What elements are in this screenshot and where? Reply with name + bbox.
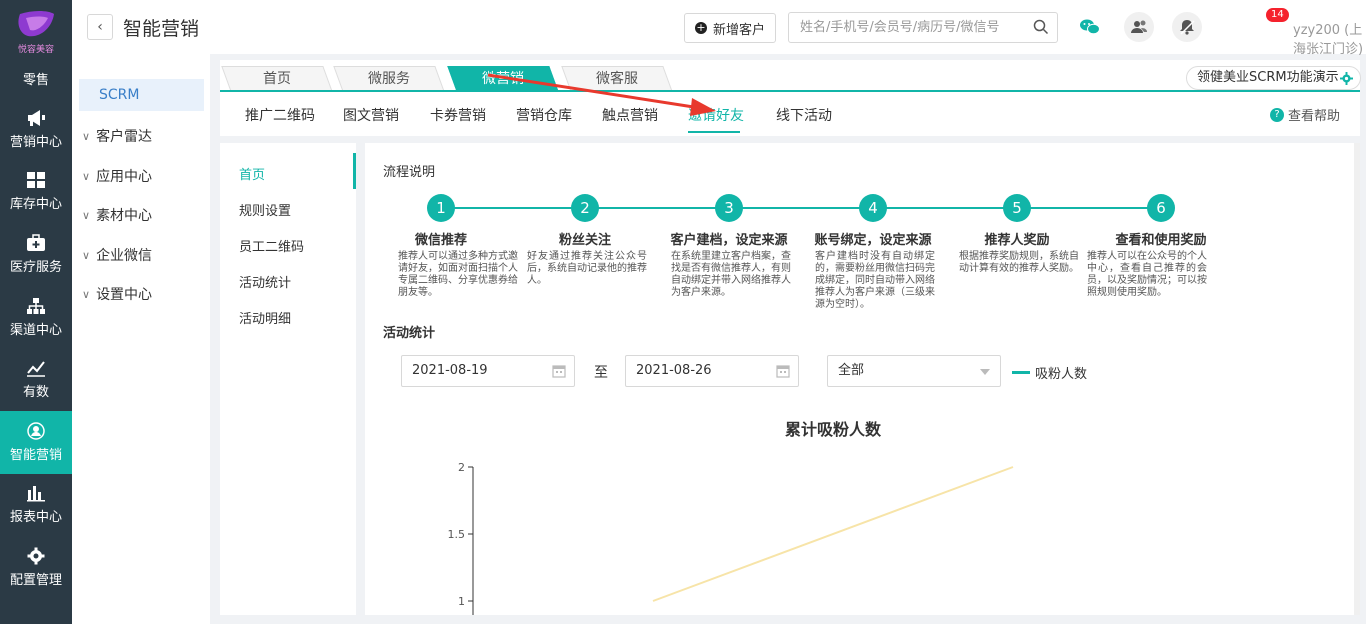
- chart-legend[interactable]: 吸粉人数: [1012, 363, 1087, 382]
- step-6-circle: 6: [1147, 194, 1175, 222]
- step-4-circle: 4: [859, 194, 887, 222]
- start-date-input[interactable]: 2021-08-19: [401, 355, 575, 387]
- chart-plot: 21.51: [448, 461, 1014, 615]
- menu-active-indicator: [353, 153, 356, 189]
- menu-item-activity-stats[interactable]: 活动统计: [239, 272, 291, 291]
- menu-item-rule-settings[interactable]: 规则设置: [239, 200, 291, 219]
- legend-label: 吸粉人数: [1035, 367, 1088, 382]
- menu-item-staff-qrcode[interactable]: 员工二维码: [239, 236, 304, 255]
- legend-swatch: [1012, 371, 1030, 374]
- end-date-value: 2021-08-26: [636, 363, 712, 378]
- stats-section-title: 活动统计: [383, 326, 436, 341]
- dropdown-arrow-icon: [980, 369, 990, 375]
- flow-line: [444, 207, 1164, 209]
- step-5-desc: 根据推荐奖励规则，系统自动计算有效的推荐人奖励。: [959, 251, 1079, 274]
- step-2-title: 粉丝关注: [558, 233, 611, 248]
- step-3-circle: 3: [715, 194, 743, 222]
- y-tick-label: 1: [458, 595, 465, 608]
- step-2-circle: 2: [571, 194, 599, 222]
- flow-section-title: 流程说明: [383, 165, 436, 180]
- left-menu: 首页 规则设置 员工二维码 活动统计 活动明细: [220, 143, 356, 615]
- step-2-desc: 好友通过推荐关注公众号后，系统自动记录他的推荐人。: [527, 251, 647, 286]
- y-tick-label: 1.5: [448, 528, 466, 541]
- calendar-icon: [552, 365, 566, 378]
- step-1-circle: 1: [427, 194, 455, 222]
- filter-select-value: 全部: [838, 363, 865, 378]
- start-date-value: 2021-08-19: [412, 363, 488, 378]
- chart-title: 累计吸粉人数: [785, 420, 882, 439]
- step-3-desc: 在系统里建立客户档案，查找是否有微信推荐人，有则自动绑定并带入网络推荐人为客户来…: [671, 251, 791, 298]
- step-6-desc: 推荐人可以在公众号的个人中心，查看自己推荐的会员，以及奖励情况；可以按照规则使用…: [1087, 251, 1207, 298]
- y-tick-label: 2: [458, 461, 465, 474]
- step-1-title: 微信推荐: [414, 233, 467, 248]
- step-4-desc: 客户建档时没有自动绑定的，需要粉丝用微信扫码完成绑定，同时自动带入网络推荐人为客…: [815, 251, 935, 310]
- date-range-separator: 至: [594, 365, 608, 381]
- end-date-input[interactable]: 2021-08-26: [625, 355, 799, 387]
- series-line: [652, 466, 1014, 602]
- step-6-title: 查看和使用奖励: [1115, 233, 1207, 248]
- step-4-title: 账号绑定，设定来源: [814, 233, 932, 248]
- step-1-desc: 推荐人可以通过多种方式邀请好友，如面对面扫描个人专属二维码、分享优惠券给朋友等。: [398, 251, 518, 298]
- step-5-title: 推荐人奖励: [984, 233, 1050, 248]
- step-5-circle: 5: [1003, 194, 1031, 222]
- content-scrollbar[interactable]: [1354, 143, 1360, 615]
- filter-select[interactable]: 全部: [827, 355, 1001, 387]
- content-panel: 流程说明 1 2 3 4 5 6 微信推荐 粉丝关注 客户建档，设定来源 账号绑…: [365, 143, 1355, 615]
- menu-item-activity-details[interactable]: 活动明细: [239, 308, 291, 327]
- step-3-title: 客户建档，设定来源: [670, 233, 788, 248]
- menu-item-home[interactable]: 首页: [239, 164, 265, 183]
- calendar-icon: [776, 365, 790, 378]
